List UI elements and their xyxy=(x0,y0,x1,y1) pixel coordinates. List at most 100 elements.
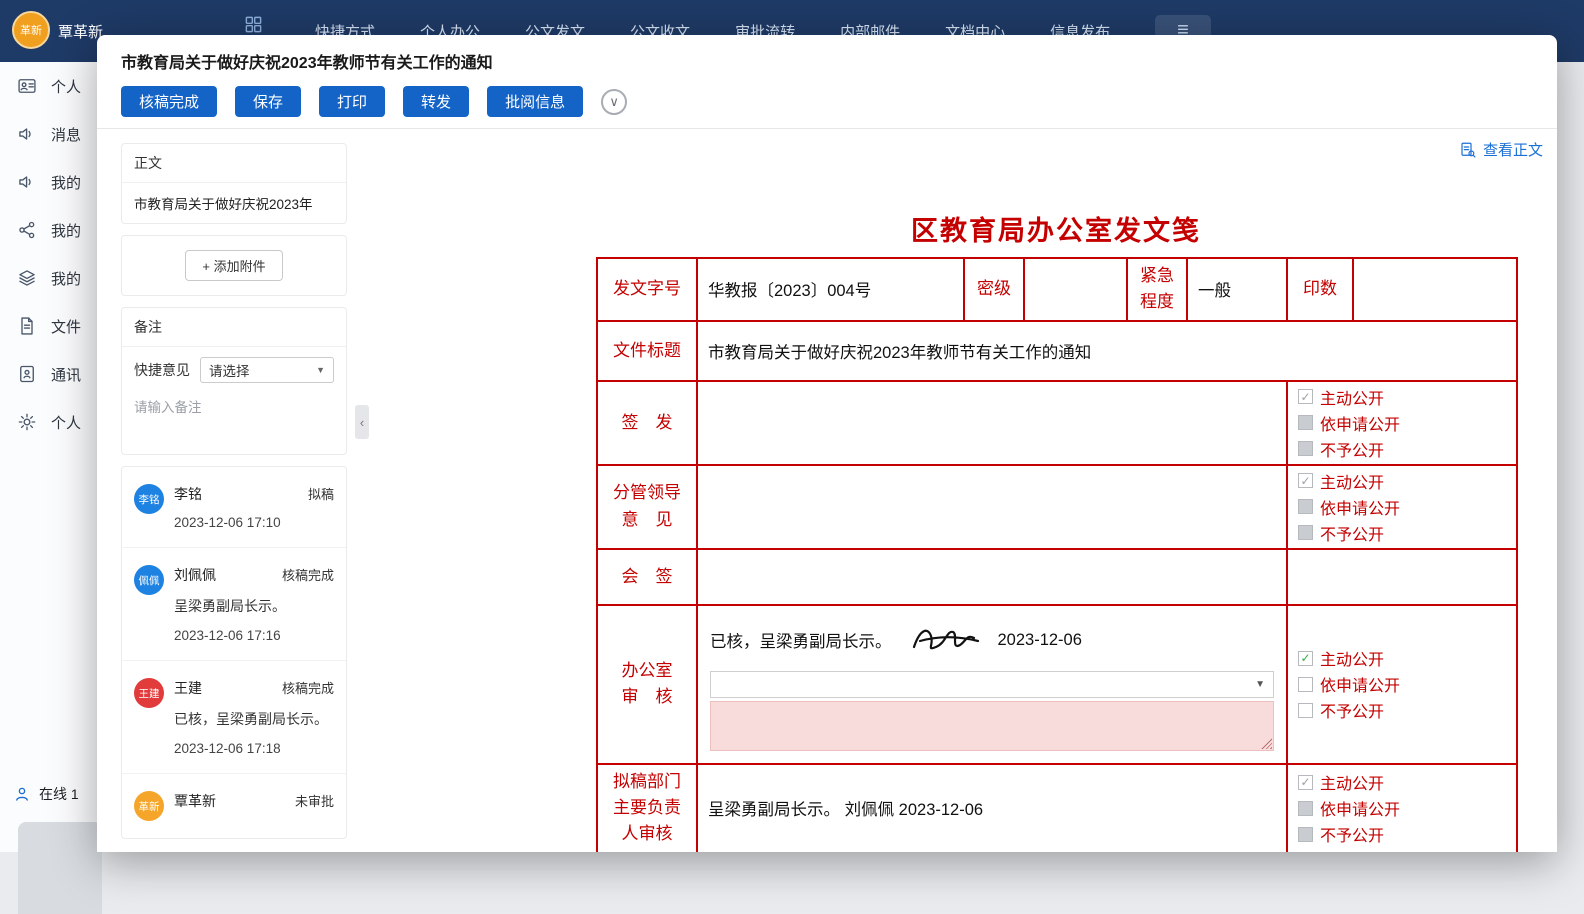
avatar: 佩佩 xyxy=(134,565,164,595)
dept-head-review-label: 拟稿部门 主要负责 人审核 xyxy=(597,764,697,852)
publicity-option-label: 依申请公开 xyxy=(1320,796,1400,820)
office-review-label: 办公室 审 核 xyxy=(597,605,697,764)
quick-opinion-value: 请选择 xyxy=(209,360,250,380)
checkbox-checked-icon[interactable]: ✓ xyxy=(1298,651,1313,666)
review-info-button[interactable]: 批阅信息 xyxy=(487,86,583,117)
timeline-status: 未审批 xyxy=(295,791,334,810)
save-button[interactable]: 保存 xyxy=(235,86,301,117)
quick-opinion-select[interactable]: 请选择 ▼ xyxy=(200,357,334,383)
timeline-user-name: 覃革新 xyxy=(174,791,216,811)
online-status: 在线 1 xyxy=(13,784,79,804)
collapsed-panel[interactable] xyxy=(18,822,102,914)
publicity-option-label: 不予公开 xyxy=(1320,437,1384,461)
timeline-time: 2023-12-06 17:16 xyxy=(174,628,334,643)
document-preview-area: 查看正文 区教育局办公室发文笺 发文字号 华教报〔2023〕004号 密级 紧急… xyxy=(359,129,1557,852)
sidebar-item-label: 消息 xyxy=(51,124,81,145)
view-body-link[interactable]: 查看正文 xyxy=(1459,139,1543,160)
urgency-label: 紧急 程度 xyxy=(1127,258,1187,321)
signature-image xyxy=(906,623,984,657)
timeline-status: 拟稿 xyxy=(308,484,334,503)
panel-collapse-handle[interactable]: ‹ xyxy=(355,405,369,439)
finish-review-button[interactable]: 核稿完成 xyxy=(121,86,217,117)
copies-value xyxy=(1353,258,1517,321)
countersign-label: 会 签 xyxy=(597,549,697,605)
address-book-icon xyxy=(17,364,37,384)
checkbox-icon[interactable] xyxy=(1298,677,1313,692)
publicity-option-label: 依申请公开 xyxy=(1320,495,1400,519)
publicity-option-label: 主动公开 xyxy=(1320,770,1384,794)
dispatch-table: 发文字号 华教报〔2023〕004号 密级 紧急 程度 一般 印数 文件标题 市… xyxy=(596,257,1518,852)
current-user-name[interactable]: 覃革新 xyxy=(58,21,103,42)
leader-publicity-cell: ✓主动公开 依申请公开 不予公开 xyxy=(1287,465,1517,549)
checkbox-disabled-icon xyxy=(1298,827,1313,842)
remark-label: 备注 xyxy=(122,308,346,347)
sidebar-item-label: 通讯 xyxy=(51,364,81,385)
timeline-user-name: 刘佩佩 xyxy=(174,565,216,585)
sidebar-item-label: 个人 xyxy=(51,76,81,97)
speaker-icon xyxy=(17,172,37,192)
dept-publicity-cell: ✓主动公开 依申请公开 不予公开 xyxy=(1287,764,1517,852)
sign-publicity-cell: ✓主动公开 依申请公开 不予公开 xyxy=(1287,381,1517,465)
chevron-down-icon: ∨ xyxy=(609,94,619,110)
publicity-option-label: 不予公开 xyxy=(1320,822,1384,846)
remark-input[interactable]: 请输入备注 xyxy=(134,396,334,444)
remark-card: 备注 快捷意见 请选择 ▼ 请输入备注 xyxy=(121,307,347,455)
print-button[interactable]: 打印 xyxy=(319,86,385,117)
dialog-body: 正文 市教育局关于做好庆祝2023年 + 添加附件 备注 快捷意见 请选择 ▼ xyxy=(97,129,1557,852)
plus-icon: + xyxy=(202,259,210,274)
speaker-icon xyxy=(17,124,37,144)
leader-opinion-content xyxy=(697,465,1287,549)
attachments-and-flow-panel: 正文 市教育局关于做好庆祝2023年 + 添加附件 备注 快捷意见 请选择 ▼ xyxy=(97,129,359,852)
dialog-title: 市教育局关于做好庆祝2023年教师节有关工作的通知 xyxy=(121,49,1533,73)
dept-head-review-content: 呈梁勇副局长示。 刘佩佩 2023-12-06 xyxy=(697,764,1287,852)
sidebar-item-label: 我的 xyxy=(51,268,81,289)
share-icon xyxy=(17,220,37,240)
chevron-down-icon: ▼ xyxy=(1255,679,1265,690)
body-text-label: 正文 xyxy=(122,144,346,183)
chevron-left-icon: ‹ xyxy=(360,415,364,430)
person-icon xyxy=(13,785,31,803)
timeline-time: 2023-12-06 17:10 xyxy=(174,515,334,530)
online-status-label: 在线 1 xyxy=(39,784,79,804)
body-document-link[interactable]: 市教育局关于做好庆祝2023年 xyxy=(122,183,346,223)
checkbox-disabled-icon xyxy=(1298,801,1313,816)
urgency-value: 一般 xyxy=(1187,258,1287,321)
checkbox-disabled-icon xyxy=(1298,415,1313,430)
timeline-user-name: 王建 xyxy=(174,678,202,698)
timeline-entry: 李铭 李铭 拟稿 2023-12-06 17:10 xyxy=(122,467,346,548)
checkbox-checked-icon: ✓ xyxy=(1298,473,1313,488)
office-review-date: 2023-12-06 xyxy=(998,631,1082,650)
office-opinion-textarea[interactable] xyxy=(710,701,1274,751)
view-body-label: 查看正文 xyxy=(1483,139,1543,160)
doc-number-label: 发文字号 xyxy=(597,258,697,321)
avatar: 李铭 xyxy=(134,484,164,514)
checkbox-disabled-icon xyxy=(1298,441,1313,456)
dialog-toolbar: 核稿完成 保存 打印 转发 批阅信息 ∨ xyxy=(121,86,1533,117)
checkbox-icon[interactable] xyxy=(1298,703,1313,718)
office-opinion-select[interactable]: ▼ xyxy=(710,671,1274,698)
office-review-content: 已核，呈梁勇副局长示。 2023-12-06 ▼ xyxy=(697,605,1287,764)
sign-label: 签 发 xyxy=(597,381,697,465)
sidebar-item-label: 我的 xyxy=(51,220,81,241)
dispatch-sheet: 区教育局办公室发文笺 发文字号 华教报〔2023〕004号 密级 紧急 程度 一… xyxy=(596,209,1516,852)
approval-timeline-card: 李铭 李铭 拟稿 2023-12-06 17:10 佩佩 刘佩佩 xyxy=(121,466,347,839)
add-attachment-button[interactable]: + 添加附件 xyxy=(185,250,282,281)
avatar: 革新 xyxy=(134,791,164,821)
doc-number-value: 华教报〔2023〕004号 xyxy=(697,258,964,321)
timeline-time: 2023-12-06 17:18 xyxy=(174,741,334,756)
document-icon xyxy=(17,316,37,336)
timeline-entry: 革新 覃革新 未审批 xyxy=(122,774,346,838)
more-actions-button[interactable]: ∨ xyxy=(601,89,627,115)
publicity-option-label: 不予公开 xyxy=(1320,521,1384,545)
publicity-option-label: 依申请公开 xyxy=(1320,672,1400,696)
avatar: 王建 xyxy=(134,678,164,708)
secrecy-value xyxy=(1024,258,1127,321)
publicity-option-label: 不予公开 xyxy=(1320,698,1384,722)
sidebar-item-label: 个人 xyxy=(51,412,81,433)
add-attachment-label: 添加附件 xyxy=(214,259,266,274)
dialog-header: 市教育局关于做好庆祝2023年教师节有关工作的通知 核稿完成 保存 打印 转发 … xyxy=(97,35,1557,129)
timeline-status: 核稿完成 xyxy=(282,678,334,697)
forward-button[interactable]: 转发 xyxy=(403,86,469,117)
view-document-icon xyxy=(1459,141,1477,159)
publicity-option-label: 主动公开 xyxy=(1320,646,1384,670)
